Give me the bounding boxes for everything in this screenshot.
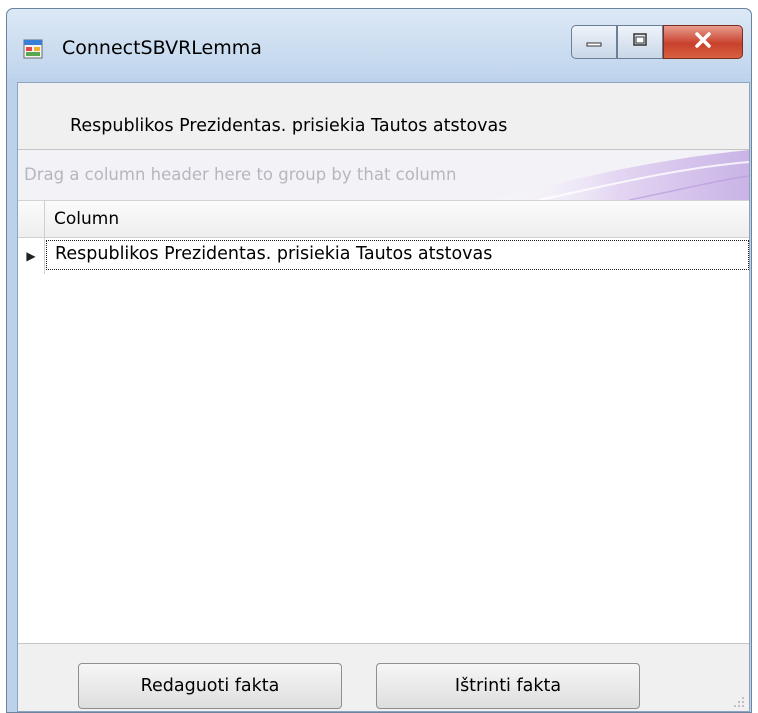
delete-fact-button[interactable]: Ištrinti fakta (376, 663, 640, 709)
window-controls (571, 25, 743, 61)
column-header[interactable]: Column (54, 209, 119, 229)
table-cell[interactable]: Respublikos Prezidentas. prisiekia Tauto… (46, 240, 749, 270)
client-area: Respublikos Prezidentas. prisiekia Tauto… (17, 82, 750, 712)
close-icon (693, 31, 713, 53)
maximize-icon (631, 32, 649, 52)
row-selector-header (18, 201, 45, 237)
column-header-row: Column (18, 201, 749, 238)
group-panel-hint: Drag a column header here to group by th… (24, 165, 457, 184)
group-by-panel[interactable]: Drag a column header here to group by th… (18, 150, 749, 201)
minimize-icon (585, 33, 603, 52)
decorative-swoosh (489, 150, 749, 200)
window-title: ConnectSBVRLemma (62, 37, 262, 59)
data-grid[interactable]: Drag a column header here to group by th… (18, 149, 749, 644)
close-button[interactable] (663, 25, 743, 59)
header-label: Respublikos Prezidentas. prisiekia Tauto… (70, 116, 508, 136)
main-window: ConnectSBVRLemma Respublikos Prezidentas… (6, 8, 752, 713)
maximize-button[interactable] (617, 25, 663, 59)
minimize-button[interactable] (571, 25, 617, 59)
app-form-icon (23, 39, 43, 59)
table-row[interactable]: ▶ Respublikos Prezidentas. prisiekia Tau… (18, 238, 749, 274)
cell-text: Respublikos Prezidentas. prisiekia Tauto… (55, 244, 493, 264)
resize-grip-icon[interactable] (731, 693, 745, 707)
current-row-arrow-icon: ▶ (18, 238, 45, 274)
edit-fact-button[interactable]: Redaguoti fakta (78, 663, 342, 709)
title-bar[interactable]: ConnectSBVRLemma (7, 9, 751, 79)
